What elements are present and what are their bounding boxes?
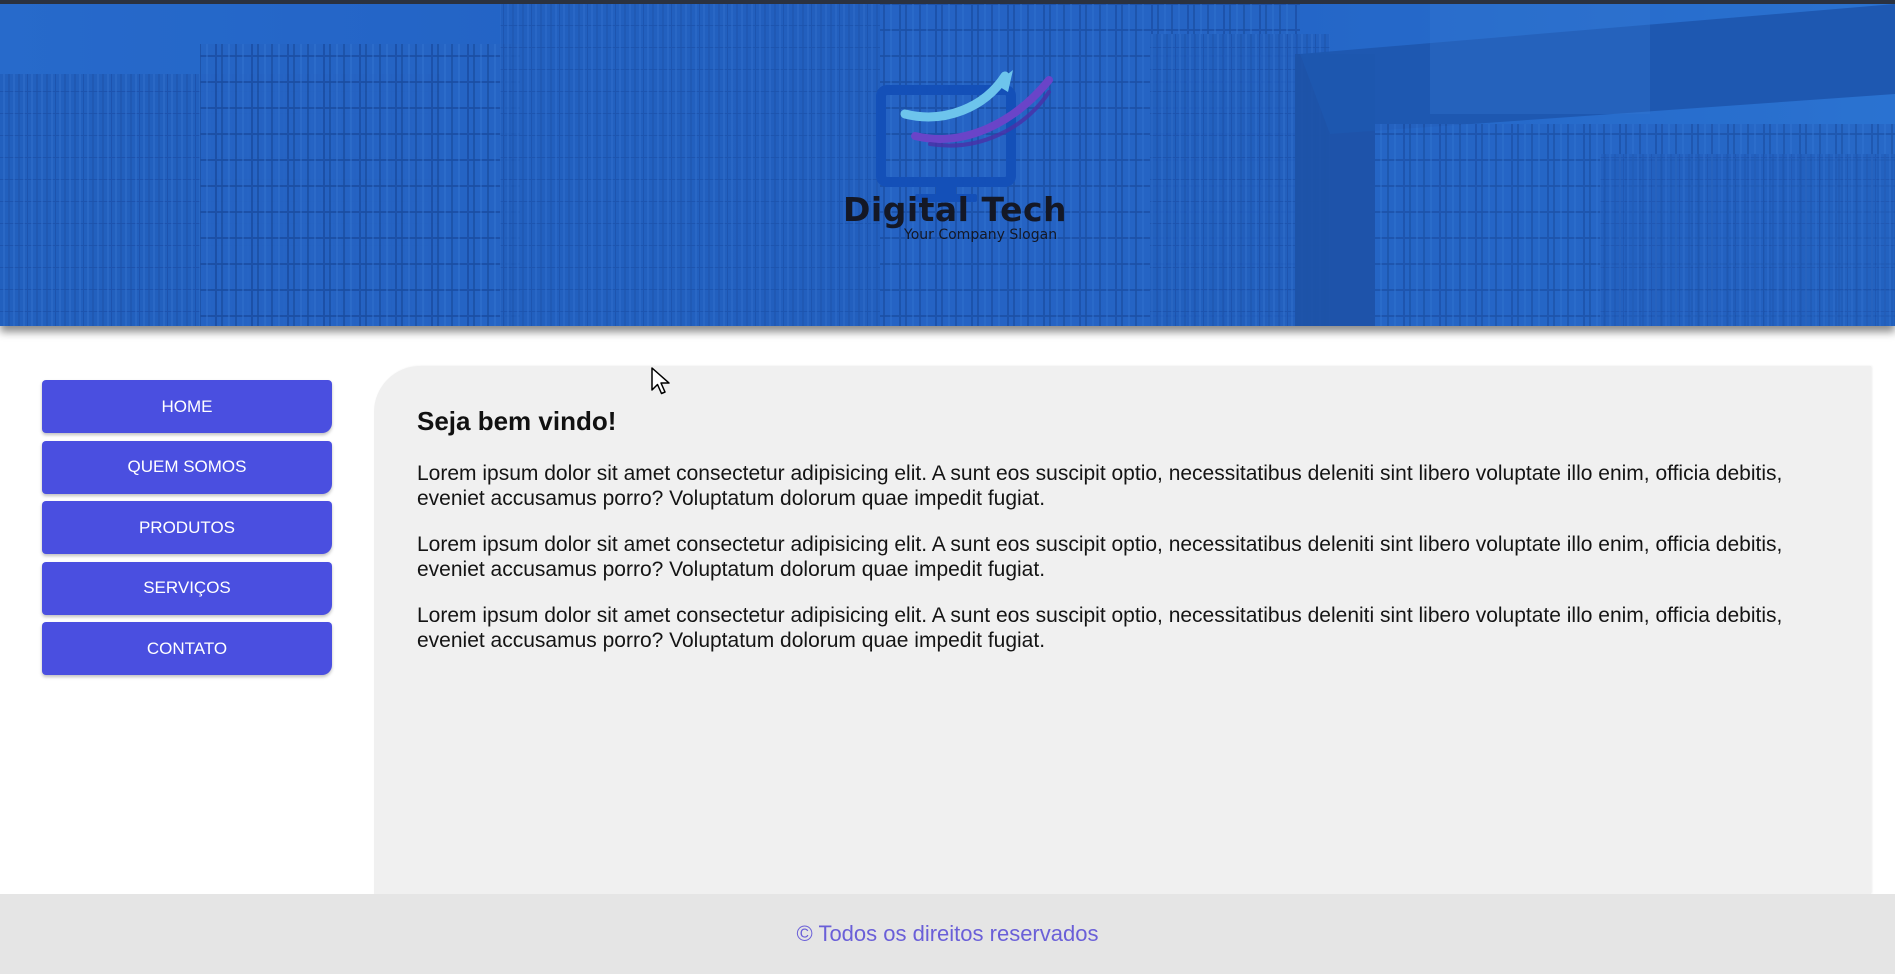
header-banner: Digital Tech Your Company Slogan [0, 0, 1895, 326]
brand-slogan: Your Company Slogan [904, 227, 1058, 243]
content-paragraph: Lorem ipsum dolor sit amet consectetur a… [417, 533, 1783, 581]
copyright-text: © Todos os direitos reservados [796, 921, 1099, 946]
nav-button-produtos[interactable]: PRODUTOS [42, 501, 332, 554]
mouse-pointer-icon [651, 367, 670, 395]
nav-button-contato[interactable]: CONTATO [42, 622, 332, 675]
content-paragraph: Lorem ipsum dolor sit amet consectetur a… [417, 462, 1783, 510]
welcome-heading: Seja bem vindo! [417, 406, 617, 436]
nav-button-quem-somos[interactable]: QUEM SOMOS [42, 440, 332, 494]
main-content: Seja bem vindo! Lorem ipsum dolor sit am… [374, 366, 1871, 894]
sidebar-nav: HOME QUEM SOMOS PRODUTOS SERVIÇOS CONTAT… [42, 380, 332, 683]
nav-button-servicos[interactable]: SERVIÇOS [42, 561, 332, 615]
content-paragraph: Lorem ipsum dolor sit amet consectetur a… [417, 604, 1783, 652]
brand-title: Digital Tech [843, 190, 1068, 229]
page: Digital Tech Your Company Slogan HOME QU… [0, 0, 1895, 978]
footer: © Todos os direitos reservados [0, 894, 1895, 974]
nav-button-home[interactable]: HOME [42, 380, 332, 433]
bottom-strip [0, 974, 1895, 978]
